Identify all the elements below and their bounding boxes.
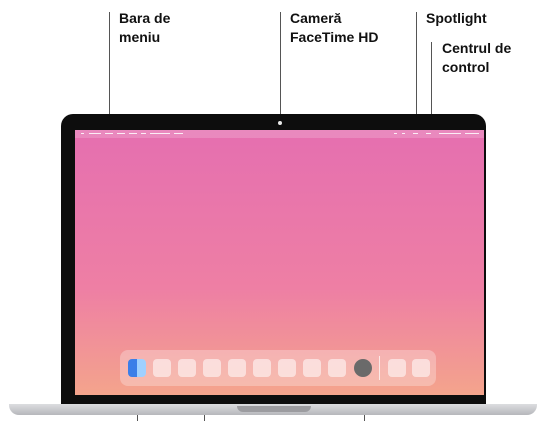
menu-bar-item[interactable]	[150, 133, 170, 134]
menu-bar-item[interactable]	[89, 133, 101, 134]
menu-bar[interactable]	[75, 130, 484, 138]
control-center-icon[interactable]	[426, 133, 431, 134]
menu-bar-item[interactable]	[465, 133, 479, 134]
dock-app[interactable]	[178, 359, 196, 377]
dock-app[interactable]	[303, 359, 321, 377]
status-icon[interactable]	[394, 133, 397, 134]
system-settings-icon[interactable]	[354, 359, 372, 377]
callout-camera-line	[280, 12, 281, 120]
apple-icon[interactable]	[81, 133, 84, 134]
menu-bar-item[interactable]	[129, 133, 137, 134]
callout-spotlight-label: Spotlight	[426, 10, 487, 26]
dock-app[interactable]	[412, 359, 430, 377]
menu-bar-item[interactable]	[117, 133, 125, 134]
search-icon[interactable]	[413, 133, 418, 134]
menu-bar-item[interactable]	[105, 133, 113, 134]
menu-bar-item[interactable]	[174, 133, 183, 134]
dock-app[interactable]	[253, 359, 271, 377]
dock-separator	[379, 356, 380, 380]
dock-app[interactable]	[278, 359, 296, 377]
callout-camera-label: Cameră FaceTime HD	[290, 10, 379, 45]
status-icon[interactable]	[402, 133, 405, 134]
menu-bar-clock[interactable]	[439, 133, 461, 134]
facetime-camera	[278, 121, 282, 125]
dock-app[interactable]	[328, 359, 346, 377]
dock-app[interactable]	[388, 359, 406, 377]
menu-bar-item[interactable]	[141, 133, 146, 134]
dock	[120, 350, 436, 386]
callout-control-center-label: Centrul de control	[442, 40, 512, 75]
finder-icon[interactable]	[128, 359, 146, 377]
dock-app[interactable]	[153, 359, 171, 377]
dock-app[interactable]	[228, 359, 246, 377]
callout-menu-bar-label: Bara de meniu	[119, 10, 171, 45]
dock-app[interactable]	[203, 359, 221, 377]
lid-opening-notch	[237, 406, 311, 412]
